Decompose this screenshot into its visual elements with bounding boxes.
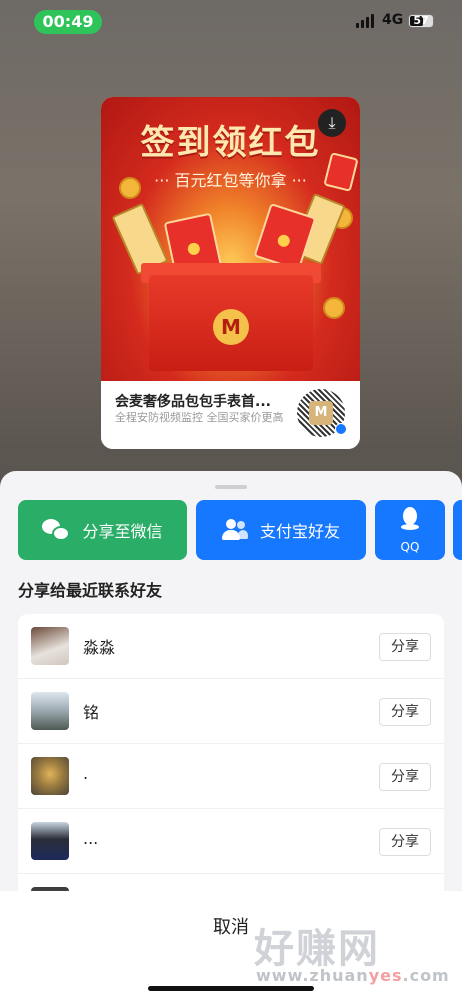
watermark: 好赚网 www.zhuanyes.com <box>254 916 454 990</box>
watermark-url: www.zhuanyes.com <box>256 966 450 985</box>
shop-name: 会麦奢侈品包包手表首... <box>115 394 271 410</box>
contact-row[interactable]: 淼淼 分享 <box>18 614 444 679</box>
contact-row[interactable]: . 分享 <box>18 744 444 809</box>
share-contact-button[interactable]: 分享 <box>379 633 431 661</box>
share-wechat-label: 分享至微信 <box>82 522 163 541</box>
qq-icon <box>399 506 421 536</box>
contact-row[interactable]: ... 分享 <box>18 809 444 874</box>
contact-name: . <box>83 764 89 783</box>
share-qq-label: QQ <box>400 540 420 554</box>
coin-icon <box>323 297 345 319</box>
avatar <box>31 822 69 860</box>
download-icon[interactable]: ⤓ <box>318 109 346 137</box>
battery-icon: 57 <box>408 14 434 28</box>
shop-description: 全程安防视频监控 全国买家价更高 <box>115 411 284 424</box>
share-qq-button[interactable]: QQ <box>375 500 445 560</box>
share-contact-button[interactable]: 分享 <box>379 828 431 856</box>
home-indicator[interactable] <box>148 986 314 991</box>
share-contact-button[interactable]: 分享 <box>379 763 431 791</box>
network-label: 4G <box>382 12 404 28</box>
share-alipay-button[interactable]: 支付宝好友 <box>196 500 366 560</box>
qr-code-icon: M <box>297 389 347 437</box>
share-poster: M 签到领红包 ··· 百元红包等你拿 ··· ⤓ 会麦奢侈品包包手表首... … <box>101 97 360 449</box>
status-bar: 00:49 4G 57 <box>0 0 462 44</box>
contact-name: 淼淼 <box>83 638 116 657</box>
battery-level: 57 <box>413 14 429 27</box>
share-more-button[interactable] <box>453 500 462 560</box>
contact-name: ... <box>83 829 99 848</box>
sheet-grabber[interactable] <box>215 485 247 489</box>
avatar <box>31 692 69 730</box>
avatar <box>31 627 69 665</box>
poster-artwork: M 签到领红包 ··· 百元红包等你拿 ··· <box>101 97 360 381</box>
status-time[interactable]: 00:49 <box>34 10 102 34</box>
poster-footer: 会麦奢侈品包包手表首... 全程安防视频监控 全国买家价更高 M <box>101 381 360 449</box>
qr-logo: M <box>309 401 333 425</box>
contacts-icon <box>221 519 248 541</box>
wechat-icon <box>42 519 71 541</box>
recent-contacts-title: 分享给最近联系好友 <box>18 581 163 600</box>
share-contact-button[interactable]: 分享 <box>379 698 431 726</box>
alipay-badge-icon <box>335 423 347 435</box>
avatar <box>31 757 69 795</box>
poster-subtitle: ··· 百元红包等你拿 ··· <box>154 171 307 190</box>
contact-name: 铭 <box>83 703 100 722</box>
share-wechat-button[interactable]: 分享至微信 <box>18 500 187 560</box>
share-alipay-label: 支付宝好友 <box>259 522 340 541</box>
brand-logo: M <box>213 309 249 345</box>
signal-icon <box>356 14 376 28</box>
contact-row[interactable]: 铭 分享 <box>18 679 444 744</box>
